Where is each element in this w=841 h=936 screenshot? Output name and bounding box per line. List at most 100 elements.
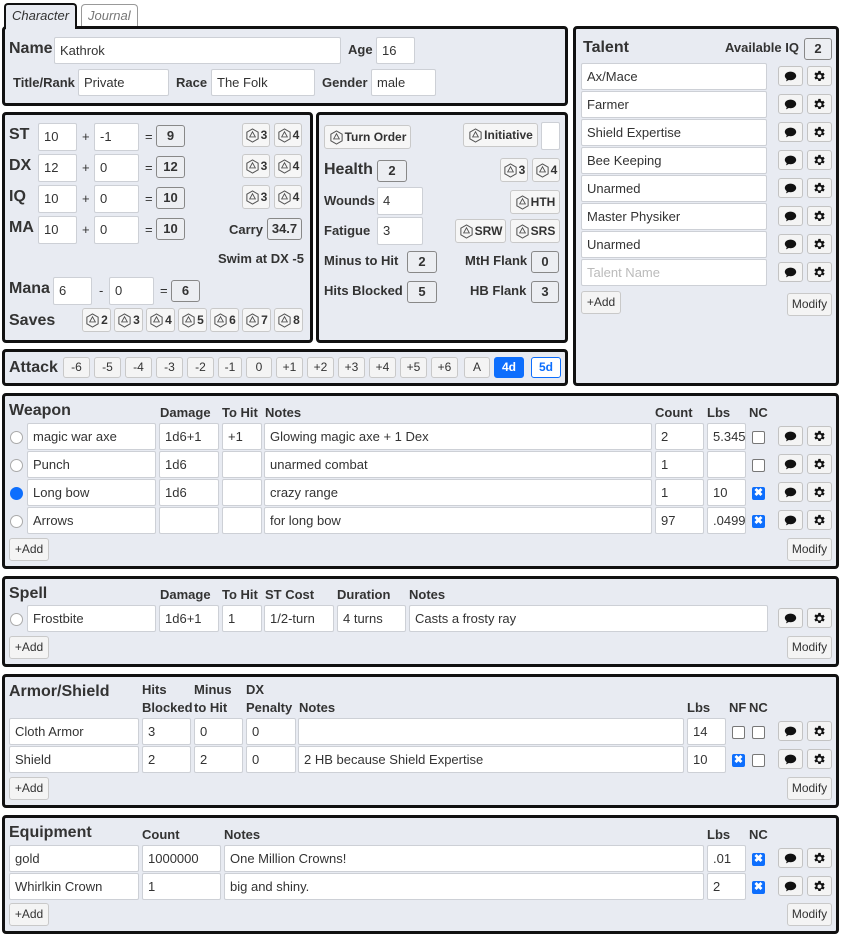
weapon-select-radio[interactable] (10, 515, 23, 528)
weapon-count-input[interactable]: 1 (655, 479, 704, 506)
stat-base-input[interactable]: 12 (38, 154, 77, 182)
save-roll-button[interactable]: 2 (82, 308, 111, 332)
dice-roll-button[interactable]: 3 (242, 185, 270, 209)
weapon-select-radio[interactable] (10, 459, 23, 472)
attack-modifier-button[interactable]: +1 (276, 357, 303, 378)
equipment-lbs-input[interactable]: 2 (707, 873, 746, 900)
weapon-count-input[interactable]: 1 (655, 451, 704, 478)
stat-mod-input[interactable]: 0 (94, 216, 139, 244)
talent-name-input[interactable]: Talent Name (581, 259, 767, 286)
gear-button[interactable] (807, 749, 832, 769)
equipment-count-input[interactable]: 1000000 (142, 845, 221, 872)
armor-mth-input[interactable]: 0 (194, 718, 243, 745)
gear-button[interactable] (807, 426, 832, 446)
comment-button[interactable] (778, 482, 803, 502)
weapon-nc-checkbox[interactable] (752, 459, 765, 472)
equipment-nc-checkbox[interactable]: ✖ (752, 853, 765, 866)
armor-nc-checkbox[interactable] (752, 726, 765, 739)
comment-button[interactable] (778, 150, 803, 170)
initiative-input[interactable] (541, 122, 560, 150)
stat-mod-input[interactable]: 0 (94, 154, 139, 182)
equipment-notes-input[interactable]: One Million Crowns! (224, 845, 704, 872)
stat-mod-input[interactable]: -1 (94, 123, 139, 151)
comment-button[interactable] (778, 66, 803, 86)
gender-input[interactable]: male (371, 69, 436, 96)
armor-add-button[interactable]: +Add (9, 777, 49, 800)
weapon-nc-checkbox[interactable]: ✖ (752, 515, 765, 528)
mana-base-input[interactable]: 6 (53, 277, 92, 305)
weapon-damage-input[interactable] (159, 507, 219, 534)
race-input[interactable]: The Folk (211, 69, 315, 96)
equipment-notes-input[interactable]: big and shiny. (224, 873, 704, 900)
armor-name-input[interactable]: Cloth Armor (9, 718, 139, 745)
comment-button[interactable] (778, 178, 803, 198)
comment-button[interactable] (778, 426, 803, 446)
comment-button[interactable] (778, 608, 803, 628)
talent-name-input[interactable]: Shield Expertise (581, 119, 767, 146)
spell-tohit-input[interactable]: 1 (222, 605, 262, 632)
spell-damage-input[interactable]: 1d6+1 (159, 605, 219, 632)
equipment-name-input[interactable]: gold (9, 845, 139, 872)
armor-hits-input[interactable]: 3 (142, 718, 191, 745)
talent-name-input[interactable]: Farmer (581, 91, 767, 118)
weapon-lbs-input[interactable]: 10 (707, 479, 746, 506)
attack-modifier-button[interactable]: -3 (156, 357, 183, 378)
weapon-tohit-input[interactable] (222, 479, 262, 506)
comment-button[interactable] (778, 262, 803, 282)
hth-button[interactable]: HTH (510, 190, 560, 214)
dice-roll-button[interactable]: 4 (274, 123, 302, 147)
weapon-nc-checkbox[interactable]: ✖ (752, 487, 765, 500)
comment-button[interactable] (778, 721, 803, 741)
talent-name-input[interactable]: Unarmed (581, 231, 767, 258)
spell-select-radio[interactable] (10, 613, 23, 626)
dice-roll-button[interactable]: 3 (242, 154, 270, 178)
attack-modifier-button[interactable]: 5d (531, 357, 561, 378)
gear-button[interactable] (807, 178, 832, 198)
weapon-notes-input[interactable]: unarmed combat (264, 451, 652, 478)
talent-name-input[interactable]: Unarmed (581, 175, 767, 202)
gear-button[interactable] (807, 608, 832, 628)
save-roll-button[interactable]: 5 (178, 308, 207, 332)
attack-modifier-button[interactable]: -4 (125, 357, 152, 378)
attack-modifier-button[interactable]: 4d (494, 357, 524, 378)
gear-button[interactable] (807, 848, 832, 868)
comment-button[interactable] (778, 749, 803, 769)
attack-modifier-button[interactable]: +3 (338, 357, 365, 378)
comment-button[interactable] (778, 234, 803, 254)
weapon-lbs-input[interactable] (707, 451, 746, 478)
comment-button[interactable] (778, 510, 803, 530)
comment-button[interactable] (778, 454, 803, 474)
attack-modifier-button[interactable]: 0 (246, 357, 272, 378)
attack-modifier-button[interactable]: +6 (431, 357, 458, 378)
weapon-notes-input[interactable]: Glowing magic axe + 1 Dex (264, 423, 652, 450)
stat-mod-input[interactable]: 0 (94, 185, 139, 213)
weapon-notes-input[interactable]: crazy range (264, 479, 652, 506)
equipment-modify-button[interactable]: Modify (787, 903, 832, 926)
weapon-nc-checkbox[interactable] (752, 431, 765, 444)
armor-nc-checkbox[interactable] (752, 754, 765, 767)
equipment-lbs-input[interactable]: .01 (707, 845, 746, 872)
armor-notes-input[interactable] (298, 718, 684, 745)
dice-roll-button[interactable]: 4 (274, 154, 302, 178)
comment-button[interactable] (778, 122, 803, 142)
weapon-lbs-input[interactable]: 5.345 (707, 423, 746, 450)
talent-name-input[interactable]: Bee Keeping (581, 147, 767, 174)
spell-stcost-input[interactable]: 1/2-turn (264, 605, 334, 632)
tab-character[interactable]: Character (4, 3, 78, 29)
weapon-name-input[interactable]: Punch (27, 451, 156, 478)
gear-button[interactable] (807, 510, 832, 530)
armor-nf-checkbox[interactable] (732, 726, 745, 739)
attack-modifier-button[interactable]: A (464, 357, 490, 378)
spell-add-button[interactable]: +Add (9, 636, 49, 659)
talent-add-button[interactable]: +Add (581, 291, 621, 314)
fatigue-input[interactable]: 3 (377, 217, 423, 245)
save-roll-button[interactable]: 4 (146, 308, 175, 332)
age-input[interactable]: 16 (376, 37, 415, 64)
weapon-notes-input[interactable]: for long bow (264, 507, 652, 534)
attack-modifier-button[interactable]: -5 (94, 357, 121, 378)
save-roll-button[interactable]: 8 (274, 308, 303, 332)
spell-notes-input[interactable]: Casts a frosty ray (409, 605, 768, 632)
armor-hits-input[interactable]: 2 (142, 746, 191, 773)
equipment-nc-checkbox[interactable]: ✖ (752, 881, 765, 894)
equipment-count-input[interactable]: 1 (142, 873, 221, 900)
